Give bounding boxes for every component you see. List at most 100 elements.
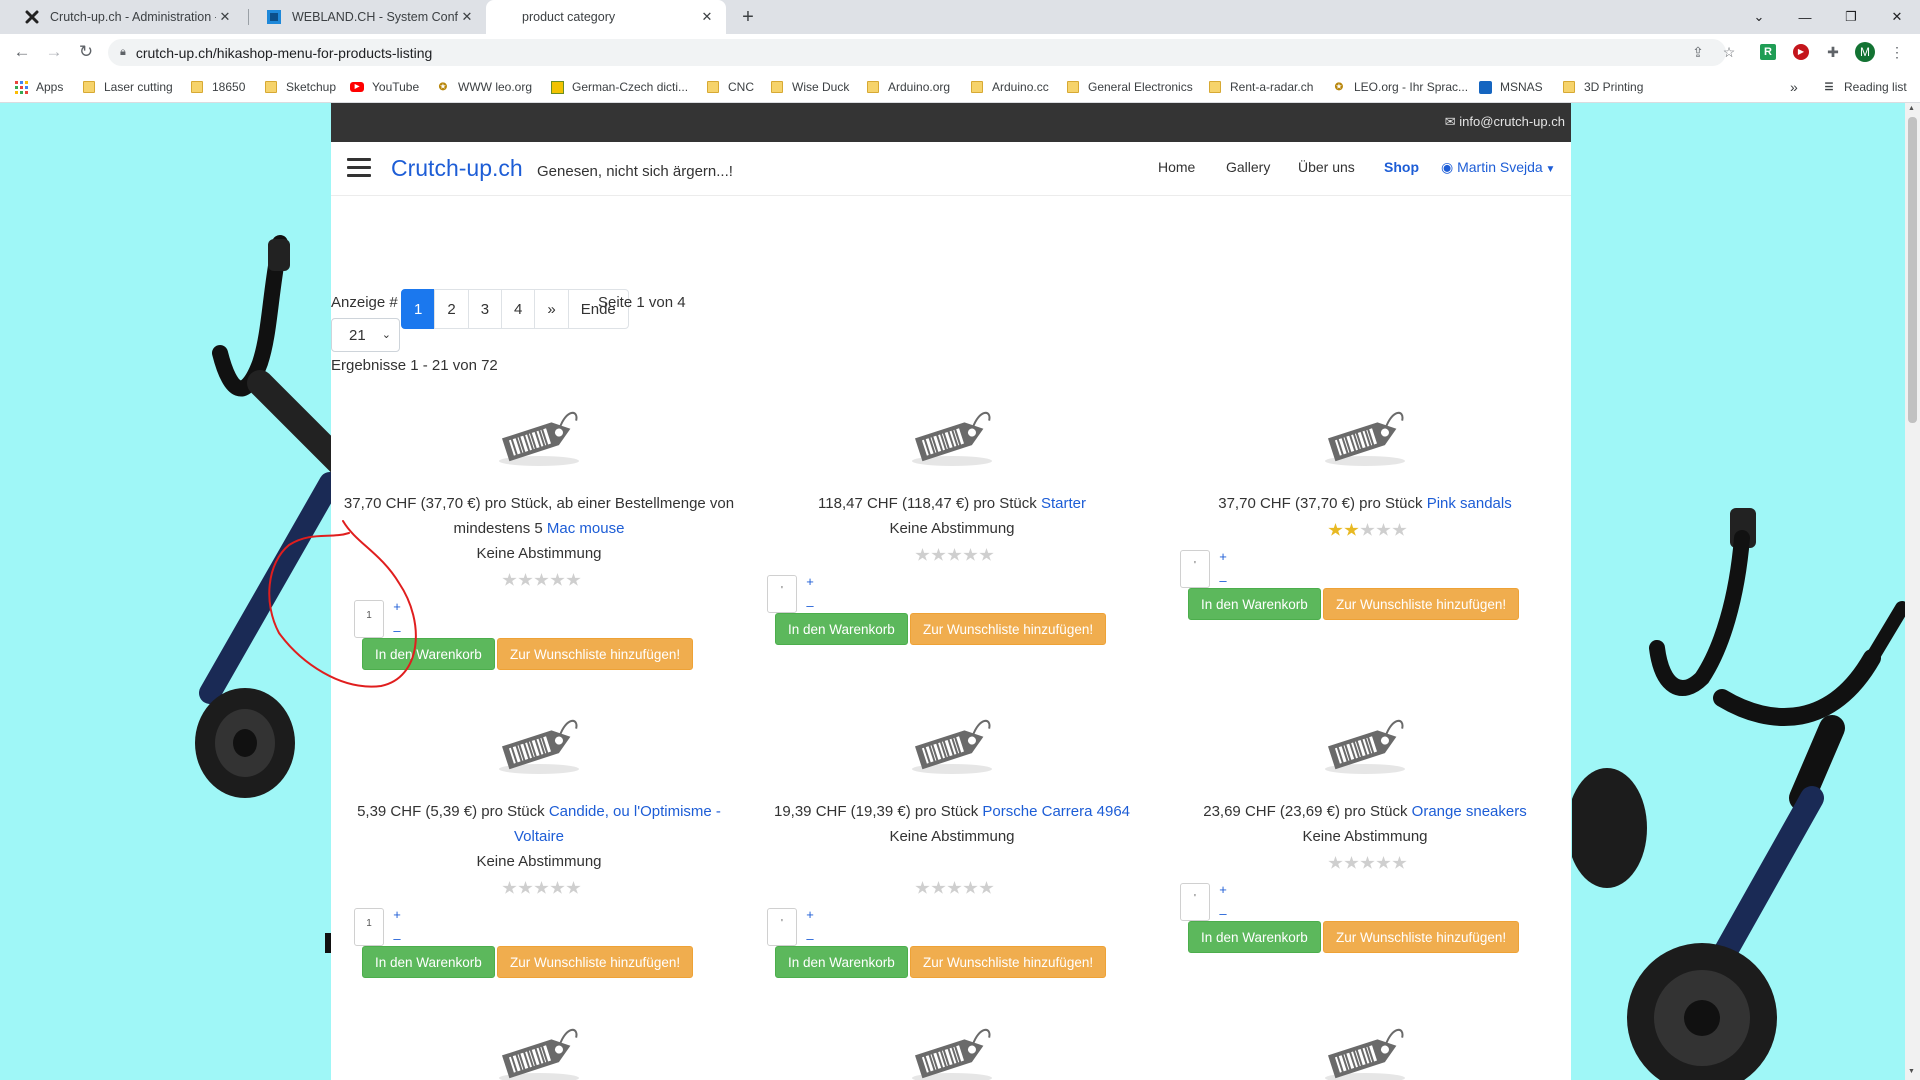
star-icon[interactable] [1360,856,1375,869]
price-tag-icon[interactable] [1320,717,1410,775]
bookmark-18650[interactable]: 18650 [190,77,245,97]
star-icon[interactable] [915,881,930,894]
share-icon[interactable]: ⇪ [1688,42,1708,62]
restore-icon[interactable]: ❐ [1828,0,1874,34]
nav-shop[interactable]: Shop [1384,159,1419,175]
price-tag-icon[interactable] [494,1026,584,1080]
price-tag-icon[interactable] [494,717,584,775]
bookmarks-overflow-icon[interactable]: » [1790,77,1798,97]
page-3-button[interactable]: 3 [467,289,503,329]
star-icon[interactable] [534,573,549,586]
bookmark-laser-cutting[interactable]: Laser cutting [82,77,173,97]
extension-play-icon[interactable]: ▶ [1791,42,1811,62]
star-icon[interactable] [1328,856,1343,869]
scroll-down-icon[interactable]: ▼ [1908,1068,1915,1075]
star-icon[interactable] [550,881,565,894]
add-to-cart-button[interactable]: In den Warenkorb [362,946,495,978]
star-icon[interactable] [979,881,994,894]
tab-search-icon[interactable]: ⌄ [1736,0,1782,34]
price-tag-icon[interactable] [907,1026,997,1080]
quantity-decrease-button[interactable]: – [804,599,816,613]
price-tag-icon[interactable] [907,409,997,467]
profile-avatar[interactable]: M [1855,42,1875,62]
star-icon[interactable] [1344,856,1359,869]
extension-r-icon[interactable]: R [1758,42,1778,62]
bookmark-leo[interactable]: ✪ WWW leo.org [436,77,532,97]
add-to-cart-button[interactable]: In den Warenkorb [775,946,908,978]
bookmark-sketchup[interactable]: Sketchup [264,77,336,97]
extensions-puzzle-icon[interactable]: ✚ [1823,42,1843,62]
star-icon[interactable] [1376,856,1391,869]
star-icon[interactable] [1360,523,1375,536]
hamburger-menu-icon[interactable] [347,158,371,178]
quantity-input[interactable]: ' [1180,883,1210,921]
product-name-link[interactable]: Pink sandals [1427,495,1512,512]
menu-kebab-icon[interactable]: ⋮ [1887,42,1907,62]
page-2-button[interactable]: 2 [434,289,469,329]
star-icon[interactable] [931,548,946,561]
quantity-increase-button[interactable]: + [1217,550,1229,564]
add-to-cart-button[interactable]: In den Warenkorb [1188,588,1321,620]
scrollbar-thumb[interactable] [1908,117,1917,423]
next-page-button[interactable]: » [534,289,569,329]
quantity-increase-button[interactable]: + [1217,883,1229,897]
product-name-link[interactable]: Mac mouse [547,520,625,537]
quantity-decrease-button[interactable]: – [804,932,816,946]
bookmark-3d-printing[interactable]: 3D Printing [1562,77,1643,97]
page-scrollbar[interactable]: ▲ ▼ [1905,103,1920,1080]
product-name-link[interactable]: Porsche Carrera 4964 [982,803,1130,820]
rating-stars[interactable] [1328,523,1407,537]
price-tag-icon[interactable] [1320,409,1410,467]
quantity-input[interactable]: ' [767,575,797,613]
close-icon[interactable]: ✕ [458,8,476,26]
window-close-icon[interactable]: ✕ [1874,0,1920,34]
bookmark-star-icon[interactable]: ☆ [1719,42,1739,62]
add-to-wishlist-button[interactable]: Zur Wunschliste hinzufügen! [910,946,1107,978]
close-icon[interactable]: ✕ [216,8,234,26]
close-icon[interactable]: ✕ [698,8,716,26]
bookmark-german-czech[interactable]: German-Czech dicti... [550,77,688,97]
bookmark-youtube[interactable]: ▶ YouTube [350,77,419,97]
site-brand[interactable]: Crutch-up.ch [391,155,523,182]
quantity-decrease-button[interactable]: – [1217,907,1229,921]
email-link[interactable]: ✉ info@crutch-up.ch [1445,114,1565,130]
bookmark-msnas[interactable]: MSNAS [1478,77,1543,97]
product-name-link[interactable]: Candide, ou l'Optimisme - Voltaire [514,803,721,845]
rating-stars[interactable] [915,548,994,562]
star-icon[interactable] [518,881,533,894]
price-tag-icon[interactable] [1320,1026,1410,1080]
star-icon[interactable] [931,881,946,894]
star-icon[interactable] [1392,856,1407,869]
star-icon[interactable] [1392,523,1407,536]
back-icon[interactable]: ← [10,40,34,64]
star-icon[interactable] [963,548,978,561]
add-to-cart-button[interactable]: In den Warenkorb [775,613,908,645]
bookmark-cnc[interactable]: CNC [706,77,754,97]
star-icon[interactable] [915,548,930,561]
star-icon[interactable] [947,548,962,561]
bookmark-apps[interactable]: Apps [14,77,63,97]
address-bar[interactable]: 🔒︎ crutch-up.ch/hikashop-menu-for-produc… [108,39,1726,66]
nav-home[interactable]: Home [1158,159,1195,175]
bookmark-arduino-org[interactable]: Arduino.org [866,77,950,97]
product-name-link[interactable]: Starter [1041,495,1086,512]
forward-icon[interactable]: → [42,40,66,64]
per-page-select[interactable]: 21 ⌄ [331,318,400,352]
star-icon[interactable] [963,881,978,894]
add-to-wishlist-button[interactable]: Zur Wunschliste hinzufügen! [1323,921,1520,953]
bookmark-wise-duck[interactable]: Wise Duck [770,77,849,97]
quantity-increase-button[interactable]: + [804,575,816,589]
tab-webland[interactable]: WEBLAND.CH - System Configura ✕ [250,0,486,34]
star-icon[interactable] [566,573,581,586]
quantity-increase-button[interactable]: + [804,908,816,922]
page-1-button[interactable]: 1 [401,289,436,329]
scroll-up-icon[interactable]: ▲ [1908,105,1915,112]
page-4-button[interactable]: 4 [501,289,536,329]
rating-stars[interactable] [915,881,994,895]
bookmark-general-electronics[interactable]: General Electronics [1066,77,1193,97]
star-icon[interactable] [1344,523,1359,536]
quantity-increase-button[interactable]: + [391,908,403,922]
new-tab-icon[interactable]: + [736,5,760,29]
quantity-input[interactable]: ' [767,908,797,946]
star-icon[interactable] [979,548,994,561]
